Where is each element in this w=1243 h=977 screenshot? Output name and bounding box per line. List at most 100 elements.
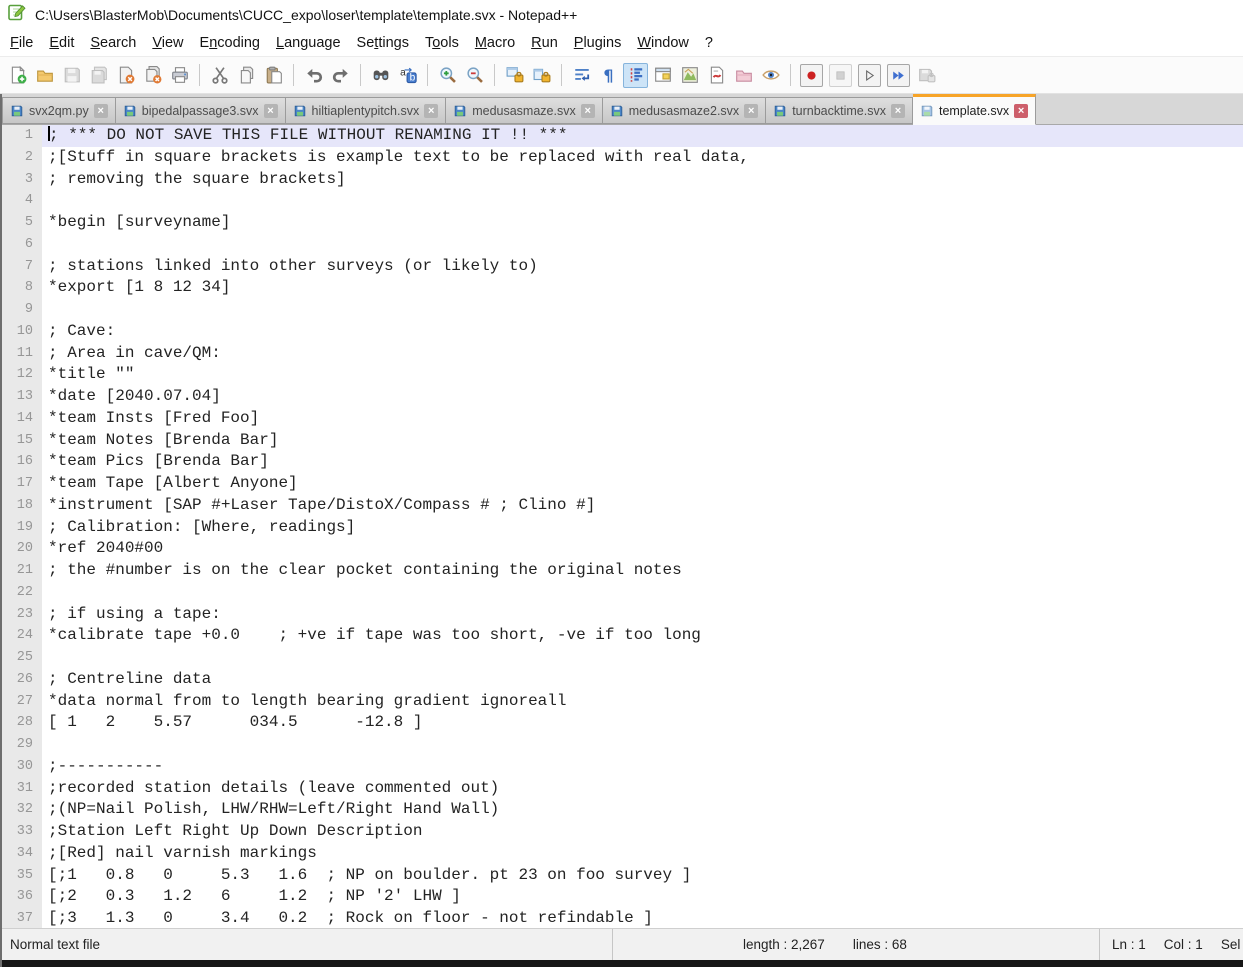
menu-tools[interactable]: Tools xyxy=(417,33,467,53)
editor-line-7[interactable]: 7; stations linked into other surveys (o… xyxy=(2,256,1243,278)
sync-vertical-scroll-icon[interactable] xyxy=(502,63,527,88)
line-number: 8 xyxy=(2,277,42,299)
find-icon[interactable] xyxy=(368,63,393,88)
close-tab-icon[interactable]: × xyxy=(891,104,905,118)
zoom-out-icon[interactable] xyxy=(462,63,487,88)
editor-line-28[interactable]: 28[ 1 2 5.57 034.5 -12.8 ] xyxy=(2,712,1243,734)
line-text: ; Calibration: [Where, readings] xyxy=(42,517,1243,539)
editor-line-4[interactable]: 4 xyxy=(2,190,1243,212)
word-wrap-icon[interactable] xyxy=(569,63,594,88)
undo-icon[interactable] xyxy=(301,63,326,88)
cut-icon[interactable] xyxy=(207,63,232,88)
tab-svx2qm.py[interactable]: svx2qm.py× xyxy=(2,97,116,124)
editor-line-37[interactable]: 37[;3 1.3 0 3.4 0.2 ; Rock on floor - no… xyxy=(2,908,1243,928)
editor-line-36[interactable]: 36[;2 0.3 1.2 6 1.2 ; NP '2' LHW ] xyxy=(2,886,1243,908)
svg-text:b: b xyxy=(409,73,415,84)
editor-line-9[interactable]: 9 xyxy=(2,299,1243,321)
editor-line-15[interactable]: 15*team Notes [Brenda Bar] xyxy=(2,430,1243,452)
menu-encoding[interactable]: Encoding xyxy=(192,33,268,53)
editor-line-14[interactable]: 14*team Insts [Fred Foo] xyxy=(2,408,1243,430)
close-tab-icon[interactable]: × xyxy=(1014,104,1028,118)
tab-medusasmaze2.svx[interactable]: medusasmaze2.svx× xyxy=(603,97,766,124)
close-file-icon[interactable] xyxy=(113,63,138,88)
new-file-icon[interactable] xyxy=(5,63,30,88)
menu-language[interactable]: Language xyxy=(268,33,349,53)
document-map-icon[interactable] xyxy=(677,63,702,88)
editor-line-12[interactable]: 12*title "" xyxy=(2,364,1243,386)
paste-icon[interactable] xyxy=(261,63,286,88)
editor-line-33[interactable]: 33;Station Left Right Up Down Descriptio… xyxy=(2,821,1243,843)
show-all-characters-icon[interactable]: ¶ xyxy=(596,63,621,88)
editor-line-24[interactable]: 24*calibrate tape +0.0 ; +ve if tape was… xyxy=(2,625,1243,647)
monitoring-icon[interactable] xyxy=(758,63,783,88)
replace-icon[interactable]: ab xyxy=(395,63,420,88)
playback-macro-icon[interactable] xyxy=(858,64,881,87)
editor-line-29[interactable]: 29 xyxy=(2,734,1243,756)
menu-plugins[interactable]: Plugins xyxy=(566,33,630,53)
menu-help[interactable]: ? xyxy=(697,33,721,53)
saved-file-icon xyxy=(10,104,24,118)
editor-line-27[interactable]: 27*data normal from to length bearing gr… xyxy=(2,691,1243,713)
print-icon[interactable] xyxy=(167,63,192,88)
editor-line-31[interactable]: 31;recorded station details (leave comme… xyxy=(2,778,1243,800)
editor-line-34[interactable]: 34;[Red] nail varnish markings xyxy=(2,843,1243,865)
close-tab-icon[interactable]: × xyxy=(264,104,278,118)
show-indent-guide-icon[interactable] xyxy=(623,63,648,88)
editor-line-19[interactable]: 19; Calibration: [Where, readings] xyxy=(2,517,1243,539)
editor-line-17[interactable]: 17*team Tape [Albert Anyone] xyxy=(2,473,1243,495)
menu-macro[interactable]: Macro xyxy=(467,33,523,53)
tab-bipedalpassage3.svx[interactable]: bipedalpassage3.svx× xyxy=(116,97,286,124)
editor-line-5[interactable]: 5*begin [surveyname] xyxy=(2,212,1243,234)
copy-icon[interactable] xyxy=(234,63,259,88)
line-number: 10 xyxy=(2,321,42,343)
menu-edit[interactable]: Edit xyxy=(41,33,82,53)
menu-search[interactable]: Search xyxy=(82,33,144,53)
editor-line-32[interactable]: 32;(NP=Nail Polish, LHW/RHW=Left/Right H… xyxy=(2,799,1243,821)
editor-line-18[interactable]: 18*instrument [SAP #+Laser Tape/DistoX/C… xyxy=(2,495,1243,517)
editor-line-20[interactable]: 20*ref 2040#00 xyxy=(2,538,1243,560)
sync-horizontal-scroll-icon[interactable] xyxy=(529,63,554,88)
editor-line-13[interactable]: 13*date [2040.07.04] xyxy=(2,386,1243,408)
editor-line-23[interactable]: 23; if using a tape: xyxy=(2,604,1243,626)
open-file-icon[interactable] xyxy=(32,63,57,88)
editor-line-21[interactable]: 21; the #number is on the clear pocket c… xyxy=(2,560,1243,582)
editor-line-26[interactable]: 26; Centreline data xyxy=(2,669,1243,691)
editor-line-35[interactable]: 35[;1 0.8 0 5.3 1.6 ; NP on boulder. pt … xyxy=(2,865,1243,887)
editor-line-30[interactable]: 30;----------- xyxy=(2,756,1243,778)
editor-line-6[interactable]: 6 xyxy=(2,234,1243,256)
editor-line-16[interactable]: 16*team Pics [Brenda Bar] xyxy=(2,451,1243,473)
close-tab-icon[interactable]: × xyxy=(94,104,108,118)
tab-medusasmaze.svx[interactable]: medusasmaze.svx× xyxy=(446,97,603,124)
run-macro-multiple-icon[interactable] xyxy=(887,64,910,87)
editor-line-3[interactable]: 3; removing the square brackets] xyxy=(2,169,1243,191)
tab-turnbacktime.svx[interactable]: turnbacktime.svx× xyxy=(766,97,913,124)
tab-template.svx[interactable]: template.svx× xyxy=(913,94,1036,125)
folder-as-workspace-icon[interactable] xyxy=(731,63,756,88)
editor-line-2[interactable]: 2;[Stuff in square brackets is example t… xyxy=(2,147,1243,169)
menu-window[interactable]: Window xyxy=(629,33,697,53)
close-tab-icon[interactable]: × xyxy=(424,104,438,118)
editor-line-8[interactable]: 8*export [1 8 12 34] xyxy=(2,277,1243,299)
close-tab-icon[interactable]: × xyxy=(581,104,595,118)
close-all-icon[interactable] xyxy=(140,63,165,88)
editor-line-11[interactable]: 11; Area in cave/QM: xyxy=(2,343,1243,365)
zoom-in-icon[interactable] xyxy=(435,63,460,88)
editor-line-1[interactable]: 1; *** DO NOT SAVE THIS FILE WITHOUT REN… xyxy=(2,125,1243,147)
status-bar: Normal text file length : 2,267 lines : … xyxy=(2,928,1243,960)
editor-line-25[interactable]: 25 xyxy=(2,647,1243,669)
document-list-icon[interactable] xyxy=(704,63,729,88)
menu-file[interactable]: File xyxy=(2,33,41,53)
close-tab-icon[interactable]: × xyxy=(744,104,758,118)
redo-icon[interactable] xyxy=(328,63,353,88)
tab-hiltiaplentypitch.svx[interactable]: hiltiaplentypitch.svx× xyxy=(286,97,447,124)
menu-view[interactable]: View xyxy=(144,33,191,53)
line-text: ;Station Left Right Up Down Description xyxy=(42,821,1243,843)
function-list-icon[interactable] xyxy=(650,63,675,88)
editor-area[interactable]: 1; *** DO NOT SAVE THIS FILE WITHOUT REN… xyxy=(2,125,1243,928)
record-macro-icon[interactable] xyxy=(800,64,823,87)
editor-line-22[interactable]: 22 xyxy=(2,582,1243,604)
editor-line-10[interactable]: 10; Cave: xyxy=(2,321,1243,343)
line-number: 13 xyxy=(2,386,42,408)
menu-settings[interactable]: Settings xyxy=(349,33,417,53)
menu-run[interactable]: Run xyxy=(523,33,566,53)
